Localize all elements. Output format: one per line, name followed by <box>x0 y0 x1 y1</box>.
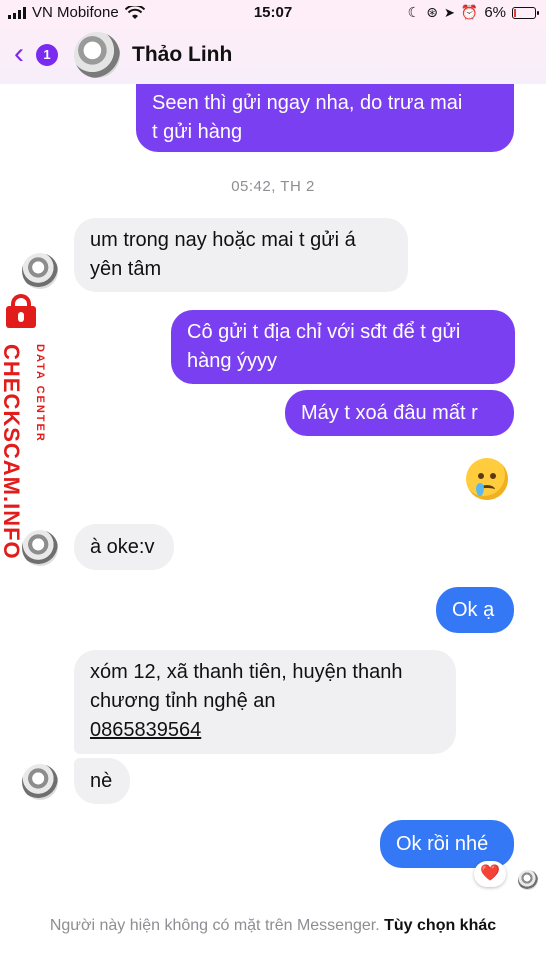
message-text: Seen thì gửi ngay nha, do trưa mai t gửi… <box>152 92 463 143</box>
message-bubble-incoming[interactable]: nè <box>74 758 130 804</box>
message-text: Ok ạ <box>452 598 495 621</box>
sender-avatar <box>22 530 58 566</box>
heart-reaction-icon[interactable]: ❤️ <box>474 861 506 887</box>
alarm-icon: ⏰ <box>460 4 479 20</box>
sender-avatar <box>22 253 58 289</box>
message-text: Cô gửi t địa chỉ với sđt để t gửi hàng ý… <box>187 321 461 372</box>
contact-name[interactable]: Thảo Linh <box>132 43 232 67</box>
unread-badge[interactable]: 1 <box>36 44 58 66</box>
crying-face-emoji[interactable] <box>466 458 508 500</box>
message-bubble-incoming[interactable]: um trong nay hoặc mai t gửi á yên tâm <box>74 218 408 292</box>
message-bubble-outgoing[interactable]: Seen thì gửi ngay nha, do trưa mai t gửi… <box>136 84 514 152</box>
watermark-brand: CHECKSCAM.INFO <box>0 344 24 560</box>
message-bubble-outgoing[interactable]: Máy t xoá đâu mất r <box>285 390 514 436</box>
watermark-subtitle: DATA CENTER <box>34 344 46 443</box>
emoji-eye <box>478 473 484 479</box>
presence-notice-text: Người này hiện không có mặt trên Messeng… <box>49 917 380 934</box>
chat-header: ‹ 1 Thảo Linh <box>0 26 546 84</box>
more-options-link[interactable]: Tùy chọn khác <box>384 917 496 934</box>
timestamp: 05:42, TH 2 <box>231 178 315 195</box>
message-text: à oke:v <box>90 535 155 558</box>
emoji-eye <box>490 473 496 479</box>
moon-icon: ☾ <box>407 4 421 20</box>
status-bar: VN Mobifone 15:07 ☾ ⊛ ➤ ⏰ 6% <box>0 0 546 26</box>
message-text: Máy t xoá đâu mất r <box>301 401 478 424</box>
address-line: xóm 12, xã thanh tiên, huyện thanh <box>90 661 403 683</box>
padlock-keyhole <box>18 312 24 322</box>
presence-notice: Người này hiện không có mặt trên Messeng… <box>40 914 506 938</box>
message-text: um trong nay hoặc mai t gửi á yên tâm <box>90 229 356 280</box>
message-bubble-outgoing[interactable]: Ok ạ <box>436 587 514 633</box>
battery-percent: 6% <box>484 4 506 21</box>
battery-fill <box>514 8 516 17</box>
contact-avatar[interactable] <box>74 32 120 78</box>
emoji-tear <box>476 483 484 496</box>
sender-avatar <box>22 764 58 800</box>
location-icon: ➤ <box>443 4 455 20</box>
padlock-icon <box>6 294 36 328</box>
address-line: chương tỉnh nghệ an <box>90 690 276 712</box>
status-right: ☾ ⊛ ➤ ⏰ 6% <box>407 4 539 21</box>
message-text: nè <box>90 769 113 792</box>
back-chevron-icon[interactable]: ‹ <box>14 39 24 69</box>
phone-number-link[interactable]: 0865839564 <box>90 716 440 745</box>
message-text: Ok rồi nhé <box>396 832 489 855</box>
message-bubble-incoming[interactable]: à oke:v <box>74 524 174 570</box>
battery-icon <box>512 6 539 19</box>
message-bubble-incoming[interactable]: xóm 12, xã thanh tiên, huyện thanh chươn… <box>74 650 456 754</box>
message-bubble-outgoing[interactable]: Cô gửi t địa chỉ với sđt để t gửi hàng ý… <box>171 310 515 384</box>
seen-receipt-avatar <box>518 870 538 890</box>
lock-rotation-icon: ⊛ <box>426 4 438 20</box>
